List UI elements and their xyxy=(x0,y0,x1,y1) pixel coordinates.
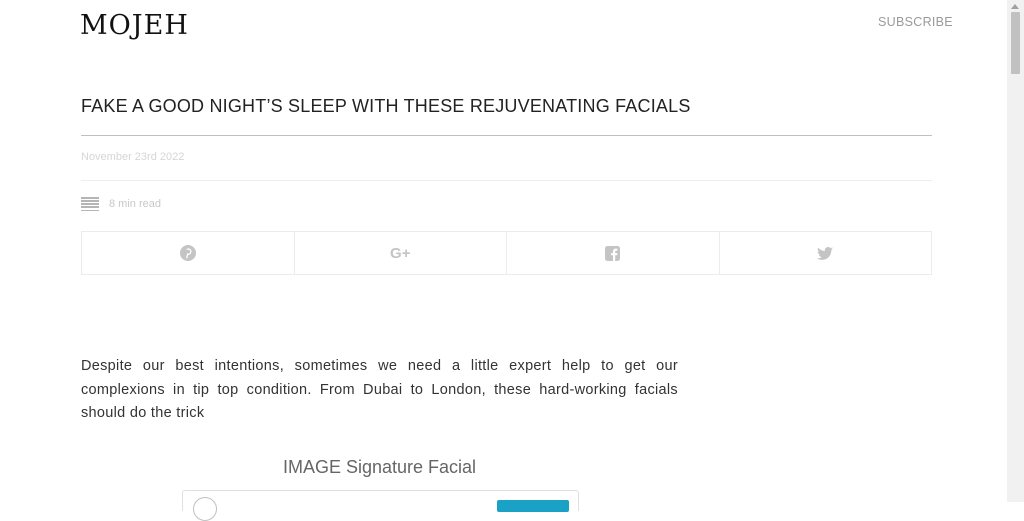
article-intro: Despite our best intentions, sometimes w… xyxy=(81,358,678,421)
google-plus-icon: G+ xyxy=(390,244,411,262)
share-bar: G+ xyxy=(81,231,932,275)
embedded-post-card[interactable] xyxy=(182,490,579,521)
scroll-up-arrow-icon[interactable] xyxy=(1011,4,1019,9)
twitter-icon xyxy=(817,246,834,260)
article-title: FAKE A GOOD NIGHT’S SLEEP WITH THESE REJ… xyxy=(81,96,691,116)
section-subheading: IMAGE Signature Facial xyxy=(282,457,477,477)
scrollbar-thumb[interactable] xyxy=(1011,12,1020,74)
avatar[interactable] xyxy=(193,497,217,521)
share-twitter-button[interactable] xyxy=(718,232,932,274)
text-lines-icon xyxy=(81,197,99,211)
subscribe-link[interactable]: SUBSCRIBE xyxy=(878,15,953,29)
site-logo[interactable]: MOJEH xyxy=(80,10,189,41)
read-time: 8 min read xyxy=(81,196,161,212)
share-google-plus-button[interactable]: G+ xyxy=(293,232,507,274)
vertical-scrollbar[interactable] xyxy=(1007,0,1024,502)
read-time-label: 8 min read xyxy=(109,198,161,210)
share-facebook-button[interactable] xyxy=(506,232,719,274)
facebook-icon xyxy=(605,245,621,261)
share-pinterest-button[interactable] xyxy=(82,232,294,274)
pinterest-icon xyxy=(179,245,196,261)
title-divider xyxy=(81,135,932,136)
article-date: November 23rd 2022 xyxy=(81,151,185,163)
date-divider xyxy=(81,180,932,181)
